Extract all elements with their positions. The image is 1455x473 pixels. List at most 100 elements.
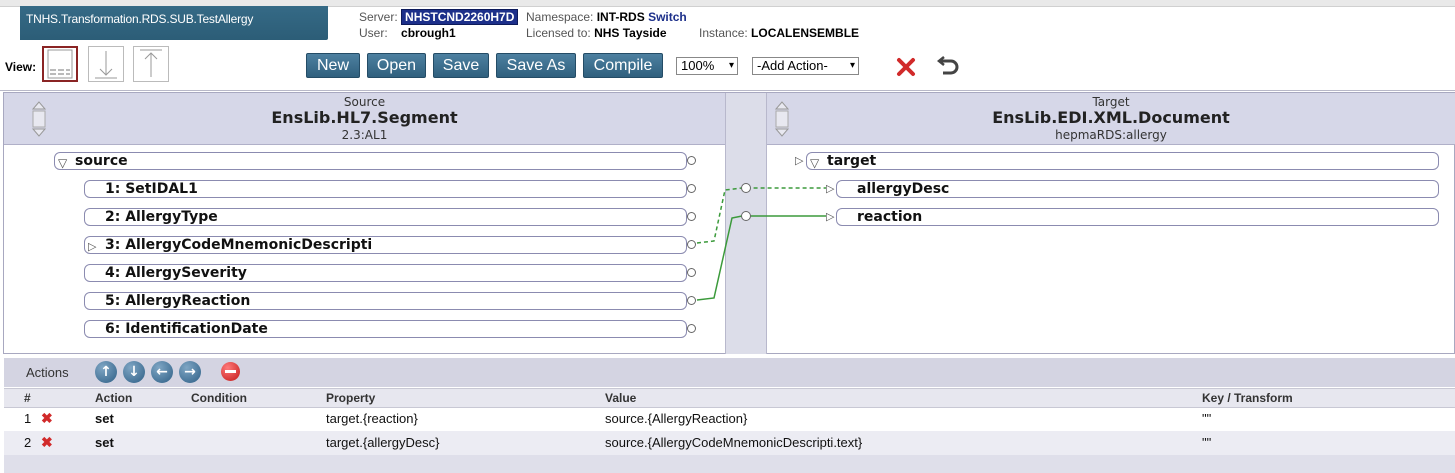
source-field-label: 5: AllergyReaction	[105, 293, 251, 309]
source-root-node[interactable]: ▽ source	[54, 152, 687, 170]
namespace-info: Namespace: INT-RDS Switch	[526, 10, 687, 24]
row-num: 1	[24, 411, 32, 426]
expand-triangle-icon[interactable]: ▽	[810, 155, 819, 171]
col-num: #	[24, 391, 31, 405]
source-field-node[interactable]: 4: AllergySeverity	[84, 264, 687, 282]
user-info: User: cbrough1	[359, 26, 456, 40]
connector-port[interactable]	[741, 211, 751, 221]
licensed-label: Licensed to:	[526, 26, 591, 40]
undo-icon[interactable]	[935, 55, 961, 79]
target-field-label: allergyDesc	[857, 181, 950, 197]
add-action-value: -Add Action-	[757, 58, 828, 73]
row-action: set	[95, 411, 114, 426]
target-doc-type: hepmaRDS:allergy	[1055, 128, 1167, 142]
move-down-icon[interactable]: ↓	[123, 361, 145, 383]
delete-row-icon[interactable]: ✖	[41, 434, 53, 451]
source-field-node[interactable]: 2: AllergyType	[84, 208, 687, 226]
col-condition: Condition	[191, 391, 247, 405]
col-value: Value	[605, 391, 637, 405]
row-value: source.{AllergyCodeMnemonicDescripti.tex…	[605, 435, 863, 450]
expand-triangle-icon[interactable]: ▽	[58, 155, 67, 171]
namespace-label: Namespace:	[526, 10, 594, 24]
target-port-arrow-icon: ▷	[795, 154, 804, 167]
source-field-label: 2: AllergyType	[105, 209, 218, 225]
chevron-down-icon: ▾	[728, 60, 734, 71]
source-field-node[interactable]: 6: IdentificationDate	[84, 320, 687, 338]
server-badge: NHSTCND2260H7D	[401, 9, 519, 25]
user-value: cbrough1	[401, 26, 456, 40]
mapping-connectors	[696, 183, 826, 301]
save-button[interactable]: Save	[433, 53, 489, 78]
target-root-node[interactable]: ▽ target	[806, 152, 1439, 170]
target-field-label: reaction	[857, 209, 923, 225]
server-info: Server: NHSTCND2260H7D	[359, 9, 519, 25]
instance-info: Instance: LOCALENSEMBLE	[699, 26, 859, 40]
title-tab: TNHS.Transformation.RDS.SUB.TestAllergy	[20, 6, 328, 40]
source-field-node[interactable]: 5: AllergyReaction	[84, 292, 687, 310]
target-small-label: Target	[1092, 95, 1130, 109]
save-as-button[interactable]: Save As	[496, 53, 576, 78]
compile-button[interactable]: Compile	[583, 53, 663, 78]
table-row[interactable]: 1 ✖ set target.{reaction} source.{Allerg…	[4, 407, 1455, 431]
connector-port[interactable]	[741, 183, 751, 193]
indent-left-icon[interactable]: ←	[151, 361, 173, 383]
source-view-button[interactable]	[88, 46, 124, 82]
split-view-button[interactable]	[42, 46, 78, 82]
indent-right-icon[interactable]: →	[179, 361, 201, 383]
zoom-value: 100%	[681, 58, 715, 73]
target-field-node[interactable]: allergyDesc	[836, 180, 1439, 198]
row-action: set	[95, 435, 114, 450]
instance-label: Instance:	[699, 26, 748, 40]
target-root-label: target	[827, 153, 877, 169]
view-label: View:	[5, 60, 37, 74]
source-field-node[interactable]: ▷ 3: AllergyCodeMnemonicDescripti	[84, 236, 687, 254]
col-property: Property	[326, 391, 376, 405]
source-field-port[interactable]	[687, 324, 696, 333]
source-root-label: source	[75, 153, 128, 169]
expand-triangle-icon[interactable]: ▷	[88, 239, 96, 255]
col-key-transform: Key / Transform	[1202, 391, 1293, 405]
chevron-down-icon: ▾	[849, 60, 855, 71]
source-field-label: 3: AllergyCodeMnemonicDescripti	[105, 237, 373, 253]
table-row[interactable]: 2 ✖ set target.{allergyDesc} source.{All…	[4, 431, 1455, 455]
delete-icon[interactable]	[221, 362, 240, 381]
licensed-value: NHS Tayside	[594, 26, 667, 40]
switch-namespace-link[interactable]: Switch	[648, 10, 687, 24]
source-field-label: 6: IdentificationDate	[105, 321, 268, 337]
table-footer	[4, 455, 1455, 473]
delete-row-icon[interactable]: ✖	[41, 410, 53, 427]
actions-table-header: # Action Condition Property Value Key / …	[4, 388, 1455, 408]
source-header: Source EnsLib.HL7.Segment 2.3:AL1	[4, 93, 725, 145]
source-class-name: EnsLib.HL7.Segment	[271, 108, 458, 127]
server-label: Server:	[359, 10, 398, 24]
open-button[interactable]: Open	[367, 53, 426, 78]
source-small-label: Source	[343, 95, 386, 109]
move-up-icon[interactable]: ↑	[95, 361, 117, 383]
new-button[interactable]: New	[306, 53, 360, 78]
close-icon[interactable]	[896, 57, 916, 77]
zoom-select[interactable]: 100% ▾	[676, 57, 738, 75]
target-class-name: EnsLib.EDI.XML.Document	[992, 108, 1230, 127]
source-field-node[interactable]: 1: SetIDAL1	[84, 180, 687, 198]
col-action: Action	[95, 391, 133, 405]
instance-value: LOCALENSEMBLE	[751, 26, 860, 40]
namespace-value: INT-RDS	[596, 10, 645, 24]
target-view-icon	[140, 49, 162, 77]
row-key: ""	[1202, 435, 1212, 450]
target-header: Target EnsLib.EDI.XML.Document hepmaRDS:…	[767, 93, 1455, 145]
source-root-port[interactable]	[687, 156, 696, 165]
page-title: TNHS.Transformation.RDS.SUB.TestAllergy	[26, 12, 254, 26]
row-value: source.{AllergyReaction}	[605, 411, 748, 426]
target-field-node[interactable]: reaction	[836, 208, 1439, 226]
row-property: target.{allergyDesc}	[326, 435, 440, 450]
split-view-icon	[47, 49, 73, 79]
toolbar-divider	[0, 90, 1455, 91]
source-field-label: 4: AllergySeverity	[105, 265, 247, 281]
source-field-label: 1: SetIDAL1	[105, 181, 198, 197]
row-num: 2	[24, 435, 32, 450]
target-view-button[interactable]	[133, 46, 169, 82]
add-action-select[interactable]: -Add Action- ▾	[752, 57, 859, 75]
actions-title: Actions	[26, 365, 69, 380]
license-info: Licensed to: NHS Tayside	[526, 26, 667, 40]
user-label: User:	[359, 26, 388, 40]
